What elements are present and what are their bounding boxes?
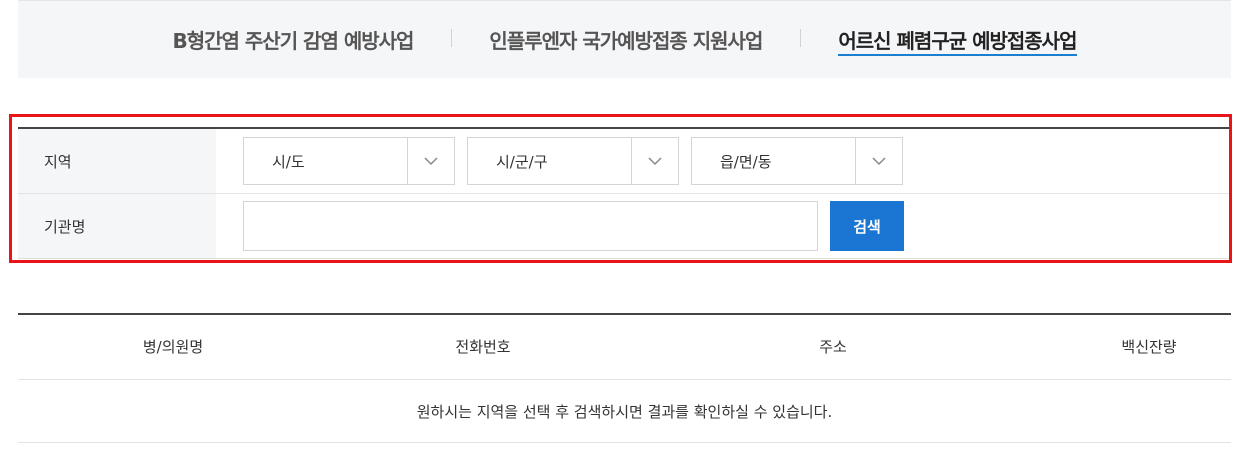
header-phone: 전화번호 <box>455 338 511 356</box>
table-row: 원하시는 지역을 선택 후 검색하시면 결과를 확인하실 수 있습니다. <box>18 380 1231 443</box>
empty-message: 원하시는 지역을 선택 후 검색하시면 결과를 확인하실 수 있습니다. <box>416 402 833 421</box>
tab-pneumococcal[interactable]: 어르신 폐렴구균 예방접종사업 <box>800 25 1114 56</box>
header-hospital-name: 병/의원명 <box>142 338 204 356</box>
result-table: 병/의원명 전화번호 주소 백신잔량 원하시는 지역을 선택 후 검색하시면 결… <box>18 313 1231 443</box>
header-address: 주소 <box>819 338 847 356</box>
header-vaccine-stock: 백신잔량 <box>1121 338 1177 356</box>
highlight-box <box>9 114 1232 263</box>
table-header: 병/의원명 전화번호 주소 백신잔량 <box>18 315 1231 380</box>
tab-hepatitis-b[interactable]: B형간염 주산기 감염 예방사업 <box>134 25 451 54</box>
program-tabs: B형간염 주산기 감염 예방사업 인플루엔자 국가예방접종 지원사업 어르신 폐… <box>18 0 1231 78</box>
tab-influenza[interactable]: 인플루엔자 국가예방접종 지원사업 <box>451 25 800 54</box>
